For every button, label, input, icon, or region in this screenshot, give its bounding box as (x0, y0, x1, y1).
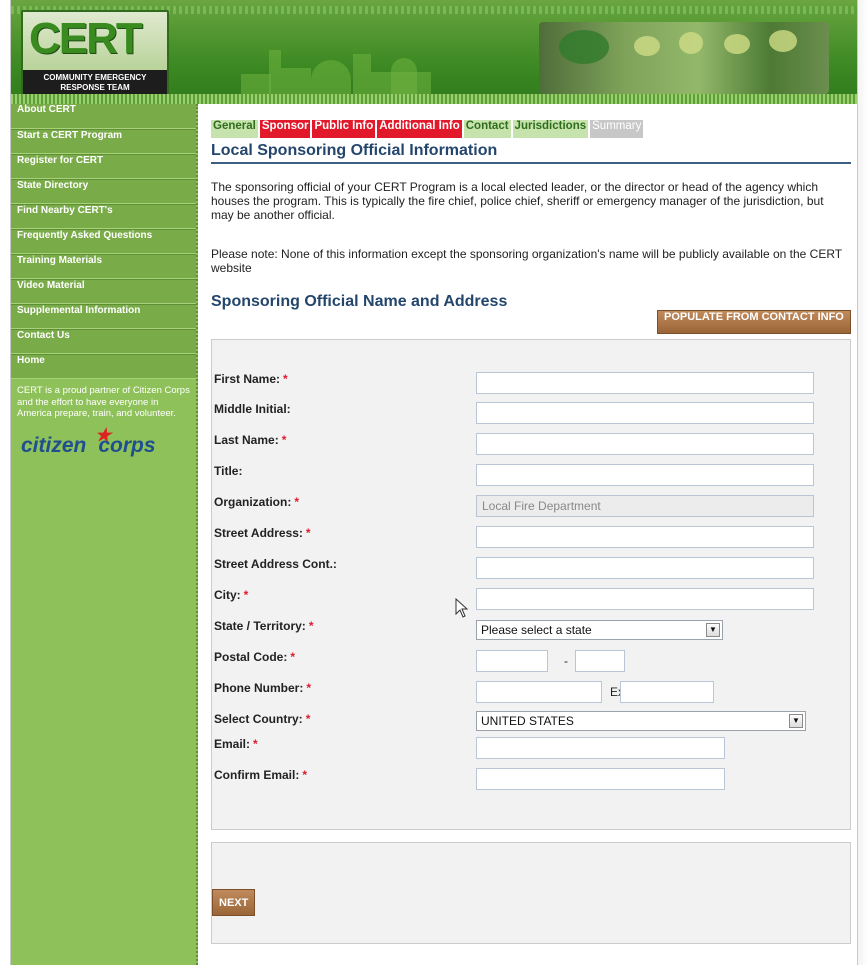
first-name-input[interactable] (476, 372, 814, 394)
main-content: General Sponsor Public Info Additional I… (211, 104, 851, 965)
sidebar: About CERT Start a CERT Program Register… (11, 104, 198, 965)
street-address-label: Street Address: * (214, 526, 311, 540)
form-row-organization: Organization: * Local Fire Department (212, 495, 852, 521)
country-selected-value: UNITED STATES (481, 714, 574, 728)
sidebar-item-contact[interactable]: Contact Us (11, 329, 196, 354)
sidebar-item-find-nearby[interactable]: Find Nearby CERT's (11, 204, 196, 229)
title-label: Title: (214, 464, 243, 478)
form-row-postal: Postal Code: * - (212, 650, 852, 676)
note-text: Please note: None of this information ex… (211, 247, 842, 275)
mouse-pointer-icon (455, 598, 469, 618)
form-row-state: State / Territory: * Please select a stat… (212, 619, 852, 645)
confirm-email-input[interactable] (476, 768, 725, 790)
tab-sponsor[interactable]: Sponsor (259, 120, 311, 138)
postal-code-label: Postal Code: * (214, 650, 296, 664)
chevron-down-icon[interactable]: ▼ (706, 623, 720, 637)
email-input[interactable] (476, 737, 725, 759)
citizen-corps-word-a: citizen (21, 433, 87, 457)
form-row-email: Email: * (212, 737, 852, 763)
title-input[interactable] (476, 464, 814, 486)
volunteers-photo (539, 22, 829, 94)
sidebar-item-training[interactable]: Training Materials (11, 254, 196, 279)
phone-number-label: Phone Number: * (214, 681, 312, 695)
organization-label: Organization: * (214, 495, 300, 509)
sidebar-item-start-program[interactable]: Start a CERT Program (11, 129, 196, 154)
last-name-label: Last Name: * (214, 433, 287, 447)
logo-text: CERT (29, 14, 143, 63)
city-label: City: * (214, 588, 249, 602)
logo-line-1: COMMUNITY EMERGENCY (43, 73, 147, 82)
skyline-graphic (241, 40, 461, 94)
logo-bar: COMMUNITY EMERGENCY RESPONSE TEAM (23, 70, 167, 96)
phone-ext-input[interactable] (620, 681, 714, 703)
chevron-down-icon[interactable]: ▼ (789, 714, 803, 728)
email-label: Email: * (214, 737, 258, 751)
intro-text: The sponsoring official of your CERT Pro… (211, 180, 824, 222)
form-row-phone: Phone Number:* Ext: (212, 681, 852, 707)
star-icon: ★ (95, 424, 112, 445)
street-address-input[interactable] (476, 526, 814, 548)
sidebar-item-faq[interactable]: Frequently Asked Questions (11, 229, 196, 254)
sidebar-item-home[interactable]: Home (11, 354, 196, 379)
page-title: Local Sponsoring Official Information (211, 142, 851, 164)
first-name-label: First Name: * (214, 372, 288, 386)
sidebar-item-register[interactable]: Register for CERT (11, 154, 196, 179)
confirm-email-label: Confirm Email: * (214, 768, 308, 782)
form-row-first-name: First Name: * (212, 372, 852, 398)
site-header: CERT COMMUNITY EMERGENCY RESPONSE TEAM (11, 0, 857, 104)
cert-logo[interactable]: CERT COMMUNITY EMERGENCY RESPONSE TEAM (21, 10, 169, 96)
postal-code-ext-input[interactable] (575, 650, 625, 672)
next-button[interactable]: NEXT (212, 889, 256, 916)
tab-general[interactable]: General (211, 120, 258, 138)
tab-summary[interactable]: Summary (590, 120, 644, 138)
logo-line-2: RESPONSE TEAM (60, 83, 130, 92)
form-row-middle-initial: Middle Initial: (212, 402, 852, 428)
form-tabs: General Sponsor Public Info Additional I… (211, 120, 644, 138)
country-select[interactable]: UNITED STATES ▼ (476, 711, 806, 731)
form-row-street: Street Address: * (212, 526, 852, 552)
browser-frame: CERT COMMUNITY EMERGENCY RESPONSE TEAM A… (10, 0, 858, 965)
section-title: Sponsoring Official Name and Address (211, 293, 508, 310)
sidebar-item-state-directory[interactable]: State Directory (11, 179, 196, 204)
partner-text: CERT is a proud partner of Citizen Corps… (17, 385, 190, 419)
last-name-input[interactable] (476, 433, 814, 455)
state-selected-value: Please select a state (481, 623, 592, 637)
postal-code-input[interactable] (476, 650, 548, 672)
tab-public-info[interactable]: Public Info (312, 120, 376, 138)
city-input[interactable] (476, 588, 814, 610)
sidebar-item-video[interactable]: Video Material (11, 279, 196, 304)
state-select[interactable]: Please select a state ▼ (476, 620, 723, 640)
form-actions-panel: NEXT (211, 842, 851, 944)
tab-additional-info[interactable]: Additional Info (377, 120, 462, 138)
form-row-confirm-email: Confirm Email: * (212, 768, 852, 794)
phone-number-input[interactable] (476, 681, 602, 703)
form-row-city: City: * (212, 588, 852, 614)
citizen-corps-logo[interactable]: citizen corps ★ (21, 425, 196, 458)
street-address-cont-input[interactable] (476, 557, 814, 579)
street-address-cont-label: Street Address Cont.: (214, 557, 337, 571)
tab-contact[interactable]: Contact (463, 120, 511, 138)
address-form: First Name: * Middle Initial: Last Name: *… (211, 339, 851, 830)
window-edge (858, 0, 868, 965)
state-label: State / Territory: * (214, 619, 314, 633)
form-row-last-name: Last Name: * (212, 433, 852, 459)
form-row-title: Title: (212, 464, 852, 490)
country-label: Select Country: * (214, 712, 311, 726)
sidebar-item-about-cert[interactable]: About CERT (11, 104, 196, 129)
form-row-country: Select Country: * UNITED STATES ▼ (212, 711, 852, 738)
header-band (11, 94, 857, 104)
middle-initial-input[interactable] (476, 402, 814, 424)
populate-from-contact-button[interactable]: POPULATE FROM CONTACT INFO (657, 310, 851, 334)
tab-jurisdictions[interactable]: Jurisdictions (512, 120, 589, 138)
organization-input[interactable]: Local Fire Department (476, 495, 814, 517)
postal-code-dash: - (564, 654, 568, 668)
sidebar-item-supplemental[interactable]: Supplemental Information (11, 304, 196, 329)
form-row-street-cont: Street Address Cont.: (212, 557, 852, 583)
middle-initial-label: Middle Initial: (214, 402, 291, 416)
